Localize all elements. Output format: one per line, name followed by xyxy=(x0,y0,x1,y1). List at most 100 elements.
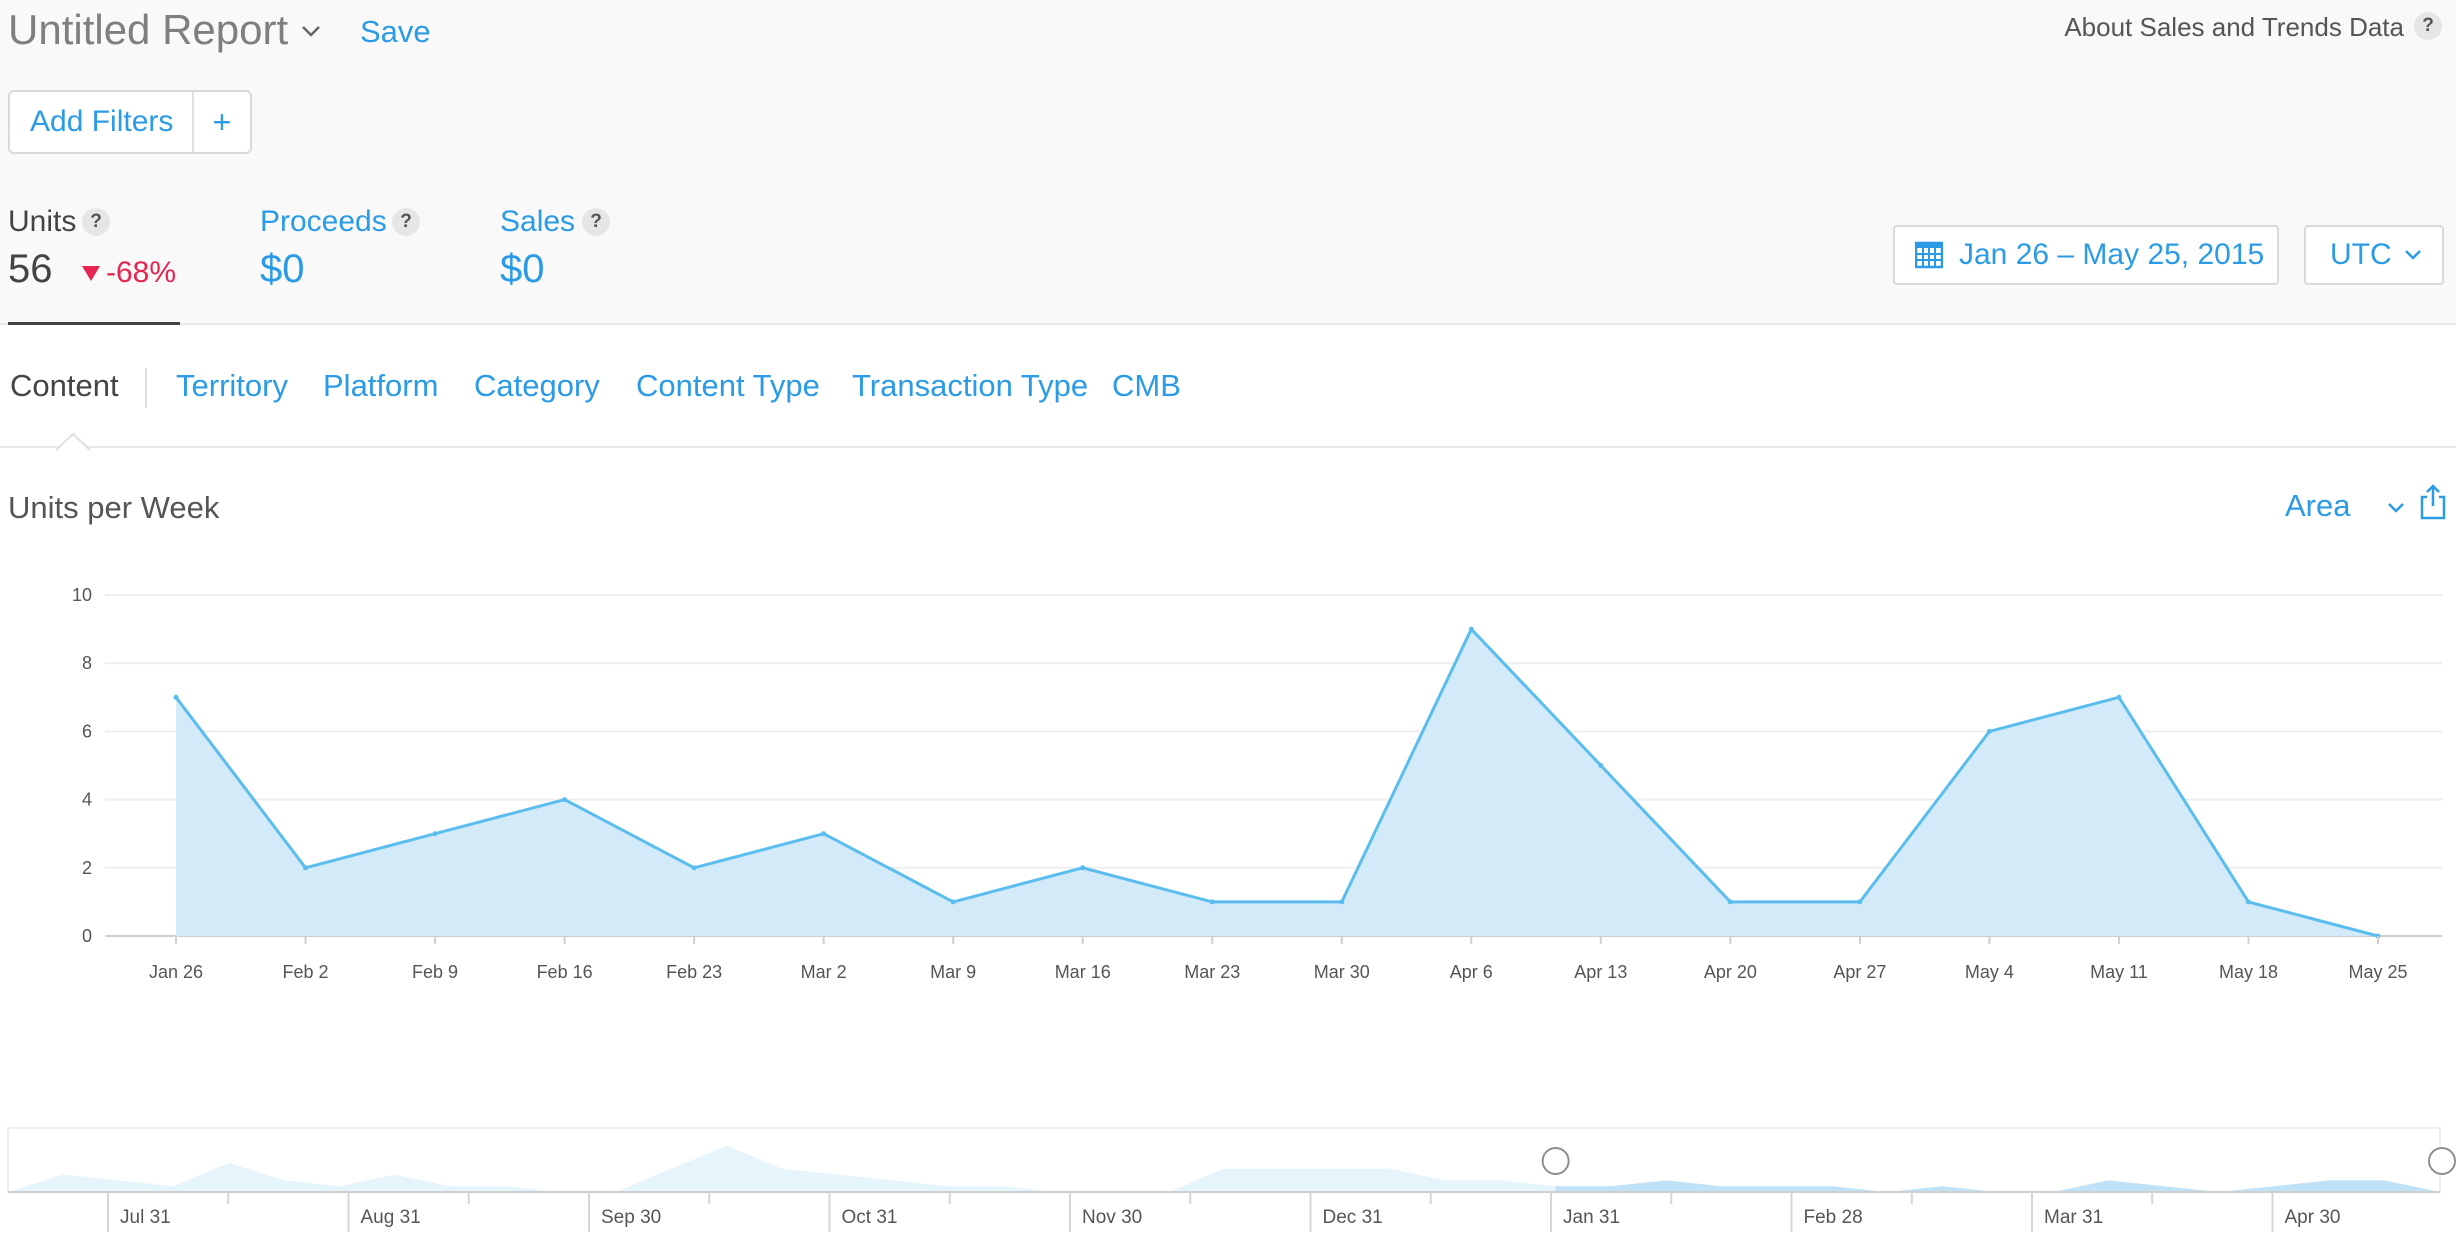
tab-transaction-type[interactable]: Transaction Type xyxy=(852,368,1088,404)
range-handle-start[interactable] xyxy=(1541,1147,1570,1175)
data-point xyxy=(1598,763,1604,768)
metric-units-delta-value: -68% xyxy=(106,256,177,289)
help-icon[interactable]: ? xyxy=(2414,12,2442,40)
report-title[interactable]: Untitled Report xyxy=(8,6,288,54)
range-navigator[interactable]: Jul 31 Aug 31 Sep 30 Oct 31 Nov 30 Dec 31 Jan … xyxy=(0,1110,2456,1242)
x-tick-label: Apr 20 xyxy=(1704,962,1757,982)
y-tick-label: 2 xyxy=(82,858,92,878)
dimension-tabs: Content Territory Platform Category Cont… xyxy=(0,326,2456,451)
plus-icon[interactable]: + xyxy=(194,92,250,152)
data-point xyxy=(303,865,309,871)
x-tick-label: Mar 23 xyxy=(1184,962,1240,982)
metric-proceeds-label: Proceeds xyxy=(260,205,387,238)
metric-units[interactable]: Units ? 56 -68% xyxy=(8,205,180,325)
tab-divider xyxy=(145,368,147,408)
x-tick-label: Mar 16 xyxy=(1055,962,1111,982)
x-tick-label: Jan 26 xyxy=(149,962,203,982)
series-area xyxy=(176,629,2378,936)
data-point xyxy=(1727,899,1733,905)
data-point xyxy=(1468,626,1474,632)
navigator-tick-label: Apr 30 xyxy=(2285,1207,2341,1228)
x-tick-label: May 25 xyxy=(2348,962,2407,982)
chart-type-dropdown[interactable]: Area xyxy=(2285,488,2404,524)
navigator-tick-label: Aug 31 xyxy=(361,1207,421,1228)
x-tick-label: Apr 27 xyxy=(1833,962,1886,982)
tab-content-type[interactable]: Content Type xyxy=(636,368,820,404)
y-tick-label: 8 xyxy=(82,653,92,673)
y-tick-label: 0 xyxy=(82,926,92,946)
navigator-tick-label: Feb 28 xyxy=(1804,1207,1863,1228)
chart-type-label: Area xyxy=(2285,488,2351,523)
help-icon[interactable]: ? xyxy=(582,208,610,236)
data-point xyxy=(821,831,827,837)
x-tick-label: Feb 2 xyxy=(283,962,329,982)
data-point xyxy=(691,865,697,871)
metric-proceeds[interactable]: Proceeds ? $0 xyxy=(260,205,420,291)
tab-content[interactable]: Content xyxy=(10,368,119,404)
units-per-week-chart: 0 2 4 6 8 10 Jan 26 Feb 2 Feb 9 Feb 16 Feb 23 Mar 2… xyxy=(72,585,2442,982)
metric-units-delta: -68% xyxy=(82,256,176,290)
data-point xyxy=(1209,899,1215,905)
metric-proceeds-value: $0 xyxy=(260,247,305,291)
add-filters-button[interactable]: Add Filters xyxy=(10,92,194,152)
metric-sales[interactable]: Sales ? $0 xyxy=(500,205,610,291)
tab-platform[interactable]: Platform xyxy=(323,368,438,404)
navigator-tick-label: Jul 31 xyxy=(120,1207,171,1228)
metric-sales-label: Sales xyxy=(500,205,576,238)
chevron-down-icon[interactable] xyxy=(298,18,324,44)
date-range-label: Jan 26 – May 25, 2015 xyxy=(1959,238,2265,271)
y-tick-label: 10 xyxy=(72,585,92,605)
x-tick-label: Feb 23 xyxy=(666,962,722,982)
metric-units-label: Units xyxy=(8,205,77,238)
data-point xyxy=(173,694,179,700)
chevron-down-icon xyxy=(2388,503,2404,513)
x-tick-label: May 18 xyxy=(2219,962,2278,982)
x-tick-label: Apr 6 xyxy=(1450,962,1493,982)
share-icon[interactable] xyxy=(2420,484,2446,520)
x-tick-label: May 11 xyxy=(2090,962,2148,982)
data-point xyxy=(1857,899,1863,905)
save-button[interactable]: Save xyxy=(360,14,431,50)
help-icon[interactable]: ? xyxy=(82,208,110,236)
navigator-tick-label: Sep 30 xyxy=(601,1207,661,1228)
date-range-picker[interactable]: Jan 26 – May 25, 2015 xyxy=(1893,225,2279,285)
x-tick-label: Mar 9 xyxy=(930,962,976,982)
x-tick-label: Feb 16 xyxy=(537,962,593,982)
x-tick-label: Mar 30 xyxy=(1314,962,1370,982)
data-point xyxy=(2245,899,2251,905)
x-tick-label: Feb 9 xyxy=(412,962,458,982)
down-triangle-icon xyxy=(82,266,100,281)
navigator-tick-label: Mar 31 xyxy=(2044,1207,2103,1228)
report-header-panel: Untitled Report Save About Sales and Tre… xyxy=(0,0,2456,325)
range-handle-end[interactable] xyxy=(2428,1147,2456,1175)
data-point xyxy=(950,899,956,905)
chart-title: Units per Week xyxy=(8,490,220,525)
data-point xyxy=(1339,899,1345,905)
y-tick-label: 4 xyxy=(82,790,92,810)
navigator-tick-label: Dec 31 xyxy=(1323,1207,1383,1228)
x-tick-label: Mar 2 xyxy=(801,962,847,982)
data-point xyxy=(2116,694,2122,700)
y-tick-label: 6 xyxy=(82,721,92,741)
active-tab-caret-icon xyxy=(56,433,90,451)
data-point xyxy=(1986,728,1992,734)
tab-category[interactable]: Category xyxy=(474,368,600,404)
metric-units-value: 56 xyxy=(8,247,53,291)
data-point xyxy=(1080,865,1086,871)
chevron-down-icon xyxy=(2405,250,2421,260)
x-tick-label: May 4 xyxy=(1965,962,2014,982)
metric-sales-value: $0 xyxy=(500,247,545,291)
tab-cmb[interactable]: CMB xyxy=(1112,368,1181,404)
navigator-tick-label: Nov 30 xyxy=(1082,1207,1142,1228)
help-icon[interactable]: ? xyxy=(392,208,420,236)
timezone-label: UTC xyxy=(2330,238,2392,271)
data-point xyxy=(432,831,438,837)
data-point xyxy=(562,797,568,803)
timezone-dropdown[interactable]: UTC xyxy=(2304,225,2444,285)
add-filters-control: Add Filters + xyxy=(8,90,252,154)
x-tick-label: Apr 13 xyxy=(1574,962,1627,982)
navigator-tick-label: Oct 31 xyxy=(842,1207,898,1228)
tab-territory[interactable]: Territory xyxy=(176,368,288,404)
about-sales-link[interactable]: About Sales and Trends Data xyxy=(2064,12,2404,43)
calendar-icon xyxy=(1915,241,1943,269)
